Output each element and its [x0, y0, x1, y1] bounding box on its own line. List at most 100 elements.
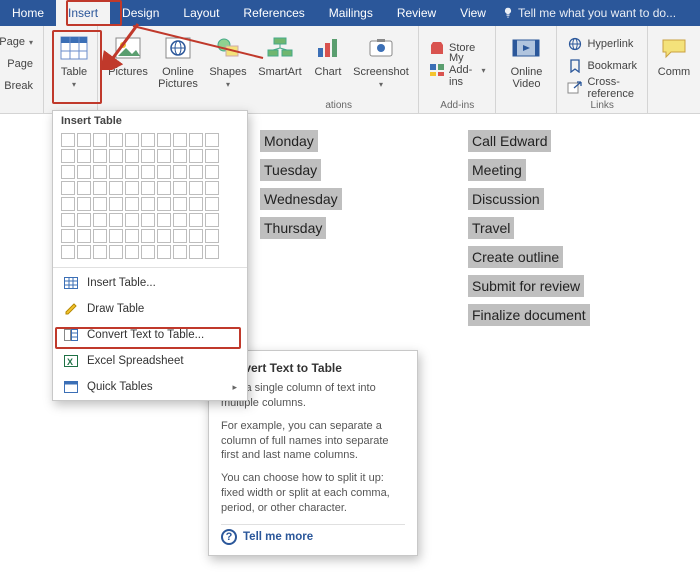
- smartart-button[interactable]: SmartArt: [254, 30, 306, 96]
- grid-cell[interactable]: [109, 133, 123, 147]
- grid-cell[interactable]: [77, 213, 91, 227]
- grid-cell[interactable]: [189, 149, 203, 163]
- grid-cell[interactable]: [157, 213, 171, 227]
- grid-cell[interactable]: [205, 213, 219, 227]
- grid-cell[interactable]: [77, 197, 91, 211]
- tab-references[interactable]: References: [231, 0, 316, 26]
- grid-cell[interactable]: [189, 245, 203, 259]
- grid-cell[interactable]: [157, 229, 171, 243]
- grid-cell[interactable]: [77, 245, 91, 259]
- bookmark-button[interactable]: Bookmark: [565, 56, 639, 76]
- online-video-button[interactable]: Online Video: [502, 30, 550, 96]
- tell-me-more-link[interactable]: ? Tell me more: [221, 529, 405, 545]
- hyperlink-button[interactable]: Hyperlink: [565, 34, 639, 54]
- grid-cell[interactable]: [157, 245, 171, 259]
- grid-cell[interactable]: [125, 213, 139, 227]
- grid-cell[interactable]: [93, 229, 107, 243]
- grid-cell[interactable]: [173, 181, 187, 195]
- table-button[interactable]: Table ▾: [50, 30, 98, 96]
- grid-cell[interactable]: [141, 229, 155, 243]
- grid-cell[interactable]: [77, 133, 91, 147]
- tab-review[interactable]: Review: [385, 0, 448, 26]
- grid-cell[interactable]: [109, 181, 123, 195]
- tab-mailings[interactable]: Mailings: [317, 0, 385, 26]
- convert-text-to-table-menu-item[interactable]: Convert Text to Table...: [53, 322, 247, 348]
- grid-cell[interactable]: [157, 197, 171, 211]
- grid-cell[interactable]: [125, 133, 139, 147]
- grid-cell[interactable]: [77, 165, 91, 179]
- grid-cell[interactable]: [93, 213, 107, 227]
- draw-table-menu-item[interactable]: Draw Table: [53, 296, 247, 322]
- grid-cell[interactable]: [77, 181, 91, 195]
- blank-page-button[interactable]: Page▾: [8, 32, 35, 52]
- tab-insert[interactable]: Insert: [56, 0, 110, 26]
- grid-cell[interactable]: [173, 229, 187, 243]
- grid-cell[interactable]: [61, 149, 75, 163]
- grid-cell[interactable]: [141, 181, 155, 195]
- grid-cell[interactable]: [141, 165, 155, 179]
- chart-button[interactable]: Chart: [308, 30, 348, 96]
- grid-cell[interactable]: [61, 213, 75, 227]
- grid-cell[interactable]: [109, 165, 123, 179]
- grid-cell[interactable]: [93, 149, 107, 163]
- grid-cell[interactable]: [205, 133, 219, 147]
- tab-layout[interactable]: Layout: [171, 0, 231, 26]
- insert-table-menu-item[interactable]: Insert Table...: [53, 270, 247, 296]
- grid-cell[interactable]: [205, 149, 219, 163]
- grid-cell[interactable]: [157, 181, 171, 195]
- grid-cell[interactable]: [205, 197, 219, 211]
- grid-cell[interactable]: [125, 197, 139, 211]
- grid-cell[interactable]: [61, 133, 75, 147]
- tell-me-search[interactable]: Tell me what you want to do...: [502, 6, 676, 20]
- grid-cell[interactable]: [93, 181, 107, 195]
- grid-cell[interactable]: [61, 165, 75, 179]
- grid-cell[interactable]: [141, 245, 155, 259]
- cover-page-button[interactable]: Page: [8, 54, 35, 74]
- grid-cell[interactable]: [61, 245, 75, 259]
- grid-cell[interactable]: [205, 181, 219, 195]
- shapes-button[interactable]: Shapes▾: [204, 30, 252, 96]
- grid-cell[interactable]: [173, 165, 187, 179]
- grid-cell[interactable]: [205, 245, 219, 259]
- grid-cell[interactable]: [189, 229, 203, 243]
- pictures-button[interactable]: Pictures: [104, 30, 152, 96]
- my-addins-button[interactable]: My Add-ins ▾: [427, 60, 487, 80]
- grid-cell[interactable]: [205, 165, 219, 179]
- grid-cell[interactable]: [141, 133, 155, 147]
- excel-spreadsheet-menu-item[interactable]: X Excel Spreadsheet: [53, 348, 247, 374]
- grid-cell[interactable]: [189, 197, 203, 211]
- grid-cell[interactable]: [109, 245, 123, 259]
- screenshot-button[interactable]: Screenshot▾: [350, 30, 412, 96]
- online-pictures-button[interactable]: Online Pictures: [154, 30, 202, 96]
- grid-cell[interactable]: [205, 229, 219, 243]
- grid-cell[interactable]: [173, 213, 187, 227]
- page-break-button[interactable]: Break: [8, 76, 35, 96]
- grid-cell[interactable]: [77, 149, 91, 163]
- tab-view[interactable]: View: [448, 0, 498, 26]
- quick-tables-menu-item[interactable]: Quick Tables ▸: [53, 374, 247, 400]
- grid-cell[interactable]: [173, 197, 187, 211]
- grid-cell[interactable]: [189, 133, 203, 147]
- grid-cell[interactable]: [189, 213, 203, 227]
- grid-cell[interactable]: [173, 245, 187, 259]
- grid-cell[interactable]: [157, 149, 171, 163]
- grid-cell[interactable]: [173, 133, 187, 147]
- tab-home[interactable]: Home: [0, 0, 56, 26]
- grid-cell[interactable]: [125, 181, 139, 195]
- grid-cell[interactable]: [173, 149, 187, 163]
- grid-cell[interactable]: [109, 213, 123, 227]
- grid-cell[interactable]: [125, 229, 139, 243]
- grid-cell[interactable]: [125, 149, 139, 163]
- grid-cell[interactable]: [93, 245, 107, 259]
- grid-cell[interactable]: [93, 165, 107, 179]
- grid-cell[interactable]: [157, 133, 171, 147]
- grid-cell[interactable]: [125, 245, 139, 259]
- grid-cell[interactable]: [141, 149, 155, 163]
- grid-cell[interactable]: [189, 181, 203, 195]
- table-size-grid[interactable]: [53, 129, 247, 265]
- grid-cell[interactable]: [141, 197, 155, 211]
- tab-design[interactable]: Design: [110, 0, 171, 26]
- grid-cell[interactable]: [77, 229, 91, 243]
- grid-cell[interactable]: [61, 197, 75, 211]
- grid-cell[interactable]: [109, 197, 123, 211]
